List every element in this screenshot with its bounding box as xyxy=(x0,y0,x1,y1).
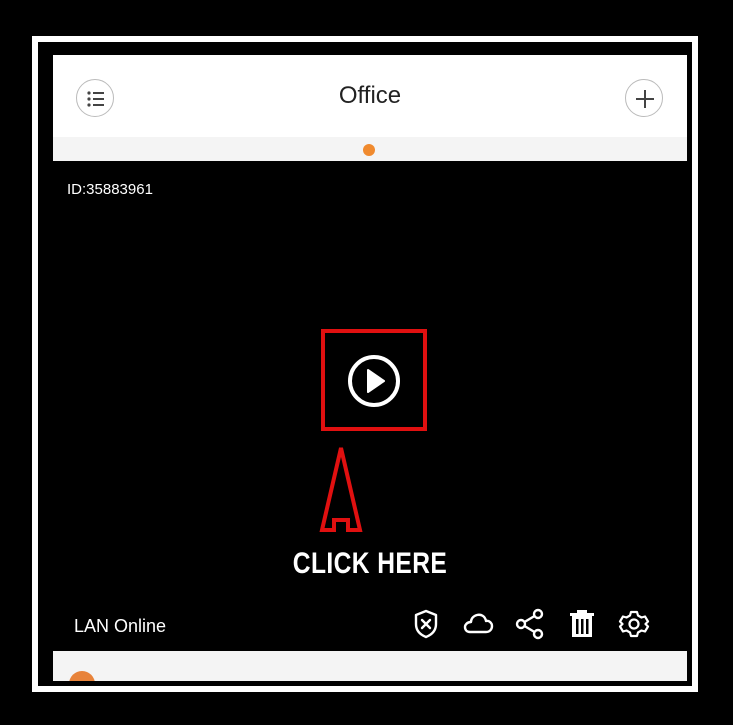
camera-video-view[interactable]: ID:35883961 CLICK HERE LAN Online xyxy=(53,161,687,651)
trash-icon xyxy=(570,610,594,637)
connection-status: LAN Online xyxy=(74,616,167,636)
arrow-up-icon xyxy=(319,447,363,532)
cloud-button[interactable] xyxy=(461,606,495,642)
app-screen: Office ID:35883961 CLICK HERE LAN Online xyxy=(53,55,687,681)
camera-id: ID:35883961 xyxy=(67,181,153,198)
settings-gear-icon xyxy=(618,610,650,638)
share-icon xyxy=(515,608,544,640)
share-button[interactable] xyxy=(513,606,547,642)
camera-avatar xyxy=(69,671,95,681)
delete-button[interactable] xyxy=(565,606,599,642)
page-title: Office xyxy=(338,82,402,109)
page-indicator xyxy=(53,137,687,161)
cloud-icon xyxy=(463,613,494,634)
next-camera-card[interactable] xyxy=(53,651,687,681)
settings-button[interactable] xyxy=(617,606,651,642)
shield-button[interactable] xyxy=(409,606,443,642)
add-device-button[interactable] xyxy=(625,79,663,117)
shield-x-icon xyxy=(414,609,438,639)
plus-icon xyxy=(636,90,654,108)
click-here-label: CLICK HERE xyxy=(292,547,448,580)
play-circle-icon[interactable] xyxy=(346,353,402,409)
highlight-box xyxy=(321,329,427,431)
app-header: Office xyxy=(53,55,687,137)
page-indicator-dot-active[interactable] xyxy=(363,144,375,156)
